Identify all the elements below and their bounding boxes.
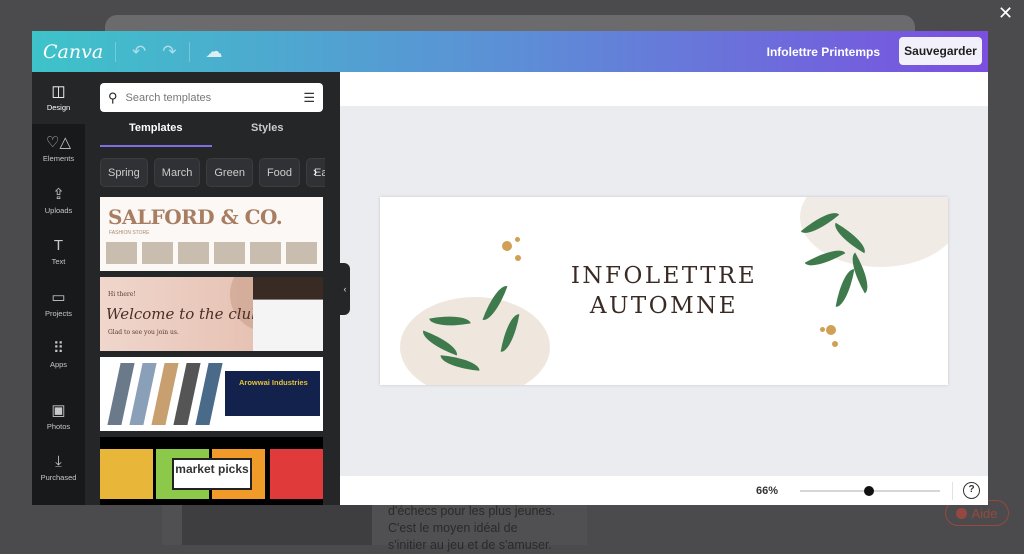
templates-panel: ⚲ Search templates ☰ Templates Styles Sp… xyxy=(85,72,340,505)
divider xyxy=(188,41,190,62)
canvas-footer: 66% ? xyxy=(340,476,988,505)
collapse-panel-handle[interactable]: ‹ xyxy=(340,263,350,315)
chip-food[interactable]: Food xyxy=(258,158,301,187)
upload-icon: ⇪ xyxy=(52,185,65,203)
divider xyxy=(952,482,953,500)
chip-march[interactable]: March xyxy=(153,158,201,187)
image-icon: ▣ xyxy=(51,401,66,419)
panel-tabs: Templates Styles xyxy=(100,122,323,147)
sidebar-item-elements[interactable]: ♡△ Elements xyxy=(32,124,85,176)
close-icon[interactable]: ✕ xyxy=(998,3,1013,24)
document-title[interactable]: Infolettre Printemps xyxy=(767,45,880,59)
background-text: d'échecs pour les plus jeunes. C'est le … xyxy=(388,504,556,552)
zoom-level[interactable]: 66% xyxy=(756,485,778,497)
design-canvas[interactable]: INFOLETTRE AUTOMNE xyxy=(380,197,948,385)
zoom-slider-thumb[interactable] xyxy=(863,486,874,496)
category-chips: Spring March Green Food Easter xyxy=(100,158,325,187)
layout-icon: ◫ xyxy=(51,82,66,100)
text-icon: T xyxy=(53,237,64,255)
info-icon xyxy=(956,507,968,519)
sidebar-item-design[interactable]: ◫ Design xyxy=(32,72,85,124)
canva-editor-modal: Canva ↶ ↷ ☁ Infolettre Printemps Sauvega… xyxy=(32,31,988,505)
help-icon[interactable]: ? xyxy=(963,482,980,499)
undo-icon[interactable]: ↶ xyxy=(132,42,146,62)
sidebar-item-projects[interactable]: ▭ Projects xyxy=(32,278,85,330)
cloud-sync-icon[interactable]: ☁ xyxy=(206,42,223,62)
background-image xyxy=(182,505,372,545)
chevron-right-icon[interactable]: › xyxy=(313,164,317,179)
sidebar-item-purchased[interactable]: ⤓ Purchased xyxy=(32,443,85,495)
sidebar-item-uploads[interactable]: ⇪ Uploads xyxy=(32,175,85,227)
filter-icon[interactable]: ☰ xyxy=(303,90,315,106)
sidebar-item-text[interactable]: T Text xyxy=(32,227,85,279)
editor-header: Canva ↶ ↷ ☁ Infolettre Printemps Sauvega… xyxy=(32,31,988,72)
template-card[interactable]: market picks xyxy=(100,437,323,505)
download-icon: ⤓ xyxy=(55,453,62,471)
template-card[interactable]: Hi there! Welcome to the club! Glad to s… xyxy=(100,277,323,351)
divider xyxy=(115,41,116,62)
design-title: INFOLETTRE AUTOMNE xyxy=(570,263,758,319)
sidebar-item-photos[interactable]: ▣ Photos xyxy=(32,391,85,443)
template-card[interactable]: SALFORD & CO. FASHION STORE xyxy=(100,197,323,271)
shapes-icon: ♡△ xyxy=(46,134,71,152)
redo-icon[interactable]: ↷ xyxy=(162,42,176,62)
chip-green[interactable]: Green xyxy=(206,158,253,187)
template-card[interactable]: Arowwai Industries xyxy=(100,357,323,431)
tab-templates[interactable]: Templates xyxy=(100,122,212,147)
grid-icon: ⠿ xyxy=(53,340,64,358)
search-icon: ⚲ xyxy=(108,89,118,105)
search-input[interactable]: ⚲ Search templates ☰ xyxy=(100,83,323,112)
sidebar-item-apps[interactable]: ⠿ Apps xyxy=(32,330,85,382)
canva-logo[interactable]: Canva xyxy=(43,41,103,63)
sidebar-rail: ◫ Design ♡△ Elements ⇪ Uploads T Text ▭ Proje… xyxy=(32,72,85,505)
chip-spring[interactable]: Spring xyxy=(100,158,148,187)
save-button[interactable]: Sauvegarder xyxy=(899,37,982,65)
tab-styles[interactable]: Styles xyxy=(212,122,324,147)
zoom-slider[interactable] xyxy=(800,486,940,496)
canvas-top-strip xyxy=(340,72,988,106)
folder-icon: ▭ xyxy=(51,288,66,306)
search-placeholder: Search templates xyxy=(125,91,212,104)
